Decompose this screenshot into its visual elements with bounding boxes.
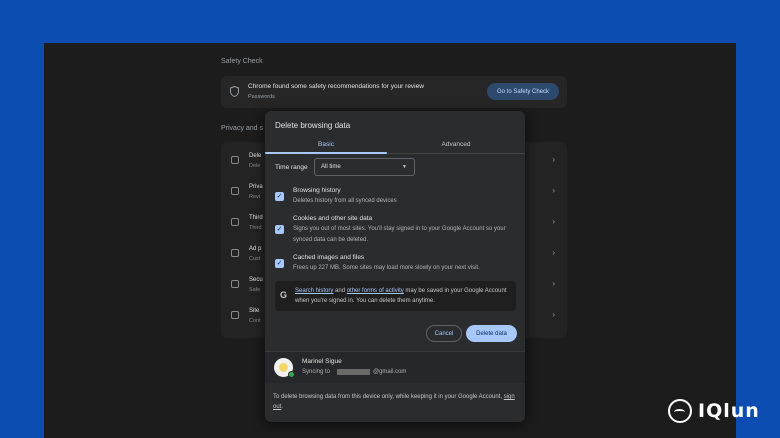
- row-label: Ad p: [249, 246, 262, 252]
- row-sub: Dele: [249, 163, 261, 169]
- chevron-right-icon: ›: [552, 155, 555, 164]
- row-sub: Third: [249, 225, 262, 231]
- delete-browsing-data-dialog: Delete browsing data Basic Advanced Time…: [265, 111, 525, 422]
- cached-images-desc: Frees up 227 MB. Some sites may load mor…: [293, 265, 480, 271]
- row-label: Secu: [249, 277, 263, 283]
- safety-check-heading: Safety Check: [221, 58, 263, 65]
- row-label: Dele: [249, 153, 262, 159]
- privacy-guide-icon: [231, 187, 239, 195]
- ad-privacy-icon: [231, 249, 239, 257]
- safety-check-message: Chrome found some safety recommendations…: [248, 83, 424, 90]
- row-sub: Cust: [249, 256, 261, 262]
- time-range-select[interactable]: All time ▼: [314, 158, 415, 176]
- cached-images-title: Cached images and files: [293, 254, 365, 261]
- browsing-history-checkbox[interactable]: ✓: [275, 192, 284, 201]
- email-suffix: @gmail.com: [373, 369, 407, 375]
- flower-icon: [279, 363, 288, 372]
- row-sub: Safe: [249, 287, 261, 293]
- privacy-heading: Privacy and s: [221, 125, 264, 132]
- footer-message: To delete browsing data from this device…: [273, 394, 504, 400]
- chevron-right-icon: ›: [552, 186, 555, 195]
- chevron-right-icon: ›: [552, 248, 555, 257]
- cookies-checkbox[interactable]: ✓: [275, 225, 284, 234]
- trash-icon: [231, 156, 239, 164]
- other-activity-link[interactable]: other forms of activity: [347, 288, 404, 294]
- cached-images-checkbox[interactable]: ✓: [275, 259, 284, 268]
- tab-advanced[interactable]: Advanced: [395, 135, 517, 153]
- time-range-label: Time range: [275, 164, 308, 171]
- active-tab-indicator: [265, 152, 387, 154]
- security-icon: [231, 280, 239, 288]
- cancel-button[interactable]: Cancel: [426, 325, 462, 342]
- row-label: Priva: [249, 184, 263, 190]
- google-activity-notice: G Search history and other forms of acti…: [275, 281, 516, 311]
- chevron-right-icon: ›: [552, 310, 555, 319]
- row-sub: Cont: [249, 318, 261, 324]
- site-settings-icon: [231, 311, 239, 319]
- search-history-link[interactable]: Search history: [295, 288, 333, 294]
- browsing-history-title: Browsing history: [293, 187, 341, 194]
- cookies-desc: Signs you out of most sites. You'll stay…: [293, 226, 506, 243]
- chevron-right-icon: ›: [552, 217, 555, 226]
- notice-text: Search history and other forms of activi…: [295, 286, 513, 306]
- iqlun-logo-icon: [668, 399, 692, 423]
- safety-check-card: Chrome found some safety recommendations…: [221, 76, 567, 108]
- row-label: Site: [249, 308, 260, 314]
- delete-data-button[interactable]: Delete data: [466, 325, 517, 342]
- redacted-email: [337, 369, 370, 375]
- safety-check-subtext: Passwords: [248, 94, 275, 100]
- footer-text: To delete browsing data from this device…: [273, 392, 518, 412]
- shield-icon: [230, 86, 239, 97]
- sync-badge-icon: [288, 371, 295, 378]
- google-icon: G: [280, 290, 288, 300]
- cookies-title: Cookies and other site data: [293, 215, 373, 222]
- dialog-title: Delete browsing data: [275, 121, 351, 130]
- account-section: Marinel Sigue Syncing to @gmail.com: [265, 351, 525, 383]
- cookie-icon: [231, 218, 239, 226]
- watermark-text: IQlun: [698, 400, 760, 422]
- caret-down-icon: ▼: [402, 164, 407, 170]
- tab-basic[interactable]: Basic: [265, 135, 387, 153]
- chrome-settings-screen: Safety Check Chrome found some safety re…: [44, 43, 736, 438]
- chevron-right-icon: ›: [552, 279, 555, 288]
- row-sub: Revi: [249, 194, 261, 200]
- footer-end: .: [281, 404, 284, 410]
- row-label: Third: [249, 215, 263, 221]
- iqlun-watermark: IQlun: [668, 397, 760, 425]
- notice-text-1: and: [333, 288, 347, 294]
- go-to-safety-check-button[interactable]: Go to Safety Check: [487, 83, 559, 100]
- time-range-value: All time: [321, 164, 341, 170]
- browsing-history-desc: Deletes history from all synced devices: [293, 198, 397, 204]
- account-name: Marinel Sigue: [302, 358, 342, 365]
- sync-prefix: Syncing to: [302, 369, 331, 375]
